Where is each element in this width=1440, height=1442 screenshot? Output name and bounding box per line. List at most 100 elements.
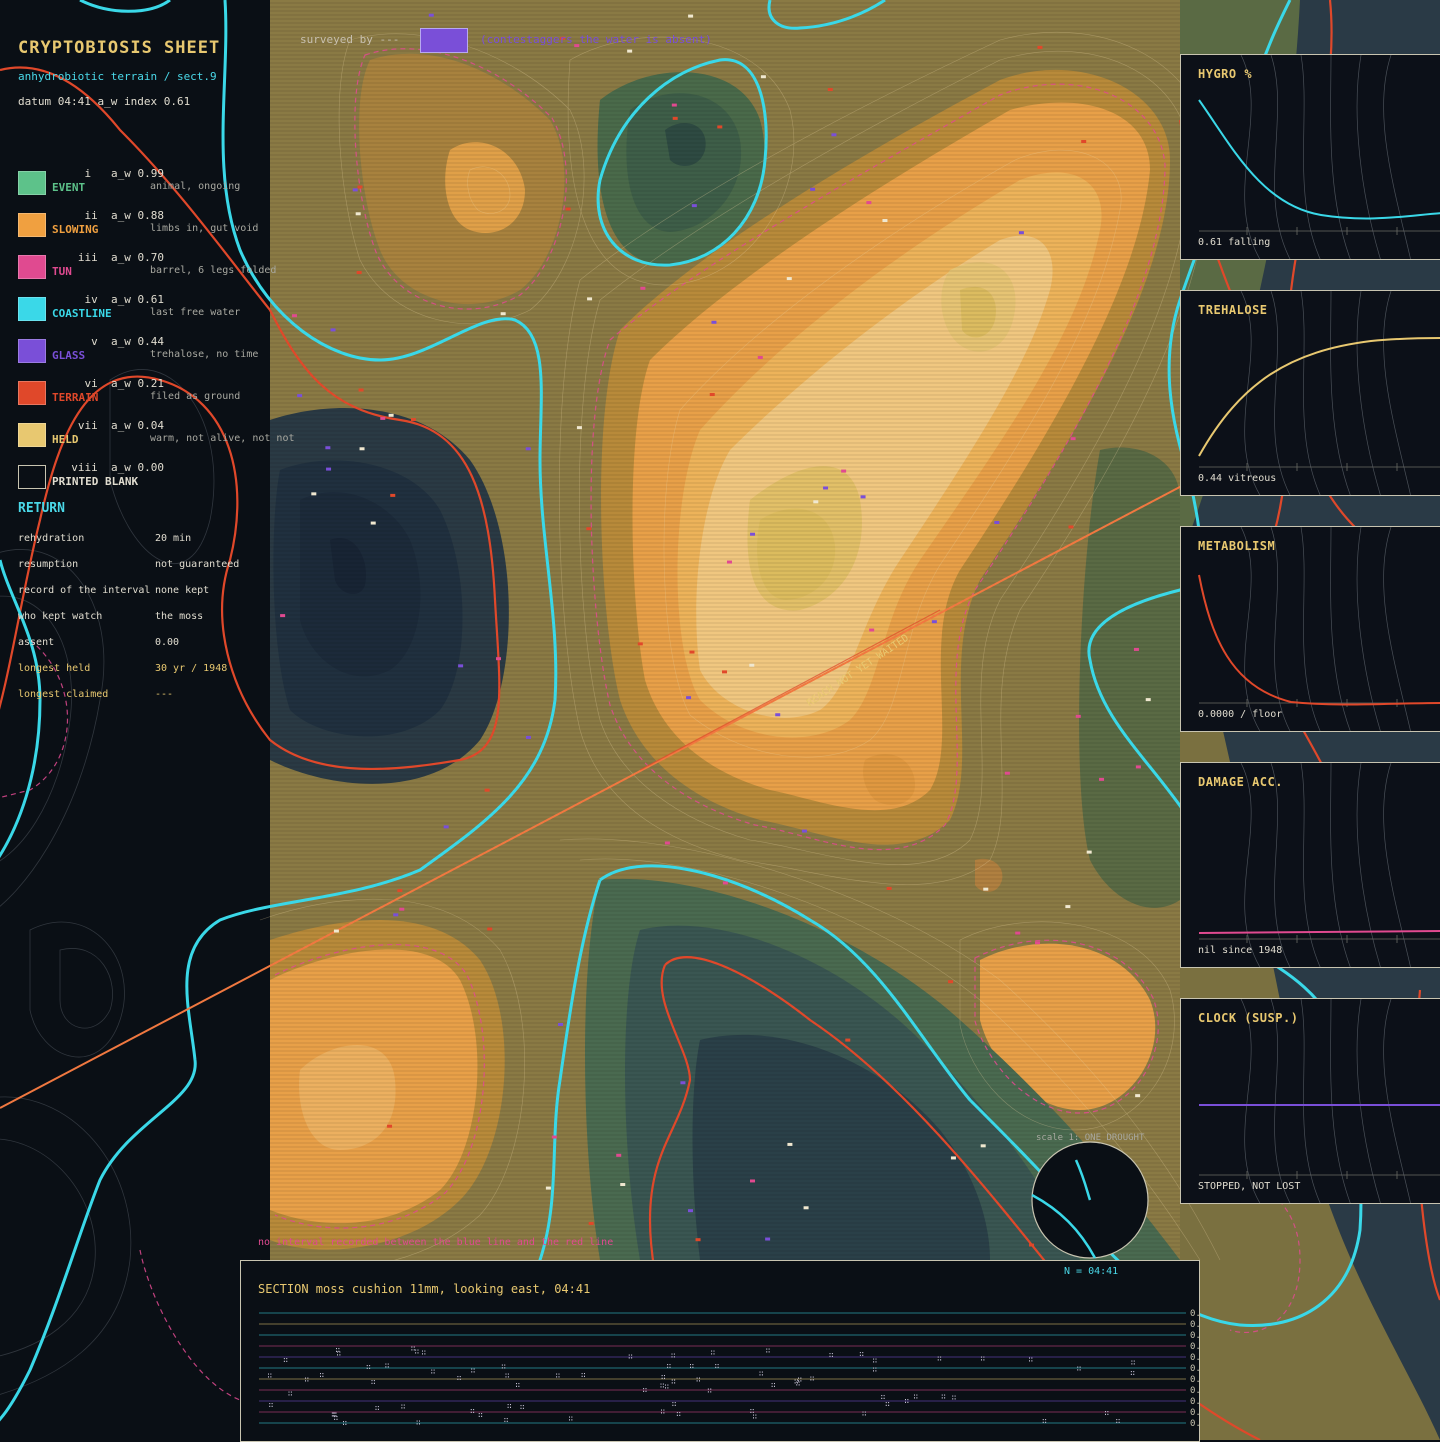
specimen-mark (749, 1179, 755, 1183)
section-speck: ∷ (810, 1374, 815, 1383)
panel-trace (1198, 337, 1440, 457)
specimen-mark (882, 219, 888, 223)
section-speck: ∷ (904, 1396, 909, 1405)
section-tick-label: 0.36 (1190, 1320, 1200, 1330)
legend-name: EVENT (52, 181, 86, 194)
section-speck: ∷ (885, 1399, 890, 1408)
legend-grade: iv a_w 0.61 (84, 293, 164, 306)
specimen-mark (813, 500, 819, 504)
return-key: resumption (18, 559, 79, 570)
return-row: longest held 30 yr / 1948 (18, 663, 268, 679)
panel-plot (1199, 999, 1440, 1203)
panel-trace (1198, 99, 1440, 220)
section-tick-label: 0.20 (1190, 1364, 1200, 1374)
section-speck: ∷ (672, 1399, 677, 1408)
section-speck: ∷ (829, 1350, 834, 1359)
specimen-mark (352, 188, 358, 192)
specimen-mark (359, 447, 365, 451)
specimen-mark (443, 825, 449, 829)
legend-grade: iii a_w 0.70 (77, 251, 164, 264)
section-panel: SECTION moss cushion 11mm, looking east,… (240, 1260, 1200, 1442)
specimen-mark (428, 13, 434, 17)
section-speck: ∷ (872, 1365, 877, 1374)
return-row: rehydration 20 min (18, 533, 268, 549)
specimen-mark (370, 521, 376, 525)
return-value: 30 yr / 1948 (155, 663, 228, 674)
specimen-mark (586, 527, 592, 531)
specimen-mark (356, 271, 362, 275)
section-speck: ∷ (707, 1386, 712, 1395)
specimen-mark (500, 312, 506, 316)
legend-item: v a_w 0.44 GLASS trehalose, no time (18, 335, 278, 377)
section-speck: ∷ (331, 1410, 336, 1419)
specimen-mark (757, 355, 763, 359)
section-speck: ∷ (660, 1407, 665, 1416)
section-speck: ∷ (711, 1348, 716, 1357)
legend-swatch (18, 339, 46, 363)
section-title: SECTION moss cushion 11mm, looking east,… (258, 1282, 591, 1296)
specimen-mark (640, 286, 646, 290)
legend-name: GLASS (52, 349, 86, 362)
section-speck: ∷ (1116, 1417, 1121, 1426)
sheet-subtitle: anhydrobiotic terrain / sect.9 (18, 70, 217, 83)
specimen-mark (1015, 931, 1021, 935)
section-speck: ∷ (421, 1348, 426, 1357)
section-speck: ∷ (752, 1412, 757, 1421)
specimen-mark (410, 418, 416, 422)
specimen-mark (775, 713, 781, 717)
specimen-mark (484, 788, 490, 792)
specimen-mark (786, 277, 792, 281)
legend-name: SLOWING (52, 223, 99, 236)
legend-name: PRINTED BLANK (52, 475, 139, 488)
section-speck: ∷ (431, 1367, 436, 1376)
specimen-mark (588, 1221, 594, 1225)
panel-caption: nil since 1948 (1198, 945, 1283, 956)
section-speck: ∷ (457, 1374, 462, 1383)
specimen-mark (326, 467, 332, 471)
legend-swatch (18, 465, 46, 489)
specimen-mark (495, 657, 501, 661)
section-speck: ∷ (941, 1392, 946, 1401)
panel-metabolism: METABOLISM 0.0000 / floor (1180, 526, 1440, 732)
panel-plot (1198, 763, 1440, 967)
legend-desc: trehalose, no time (150, 349, 259, 360)
specimen-mark (765, 1237, 771, 1241)
specimen-mark (688, 14, 694, 18)
section-speck: ∷ (319, 1371, 324, 1380)
specimen-mark (722, 881, 728, 885)
section-speck: ∷ (411, 1344, 416, 1353)
section-speck: ∷ (671, 1377, 676, 1386)
panel-clock-susp: CLOCK (SUSP.) STOPPED, NOT LOST (1180, 998, 1440, 1204)
return-value: not guaranteed (155, 559, 240, 570)
section-speck: ∷ (342, 1418, 347, 1427)
section-speck: ∷ (766, 1346, 771, 1355)
surveyed-note: (contestaggers the water is absent) (480, 33, 712, 46)
return-key: assent (18, 637, 55, 648)
specimen-mark (1070, 437, 1076, 441)
section-speck: ∷ (288, 1389, 293, 1398)
section-speck: ∷ (660, 1381, 665, 1390)
specimen-mark (931, 620, 937, 624)
return-value: the moss (155, 611, 204, 622)
legend-swatch (18, 171, 46, 195)
specimen-mark (886, 886, 892, 890)
specimen-mark (390, 493, 396, 497)
specimen-mark (1037, 45, 1043, 49)
section-speck: ∷ (913, 1392, 918, 1401)
section-speck: ∷ (696, 1375, 701, 1384)
legend-swatch (18, 297, 46, 321)
specimen-mark (750, 532, 756, 536)
specimen-mark (726, 560, 732, 564)
specimen-mark (1075, 714, 1081, 718)
panel-trace (1198, 930, 1440, 934)
panel-caption: 0.61 falling (1198, 237, 1271, 248)
section-speck: ∷ (872, 1356, 877, 1365)
legend-swatch (18, 381, 46, 405)
return-value: 0.00 (155, 637, 180, 648)
section-tick-label: 0.32 (1190, 1331, 1200, 1341)
legend-swatch (18, 423, 46, 447)
section-speck: ∷ (505, 1371, 510, 1380)
section-speck: ∷ (471, 1366, 476, 1375)
specimen-mark (297, 394, 303, 398)
section-speck: ∷ (568, 1414, 573, 1423)
